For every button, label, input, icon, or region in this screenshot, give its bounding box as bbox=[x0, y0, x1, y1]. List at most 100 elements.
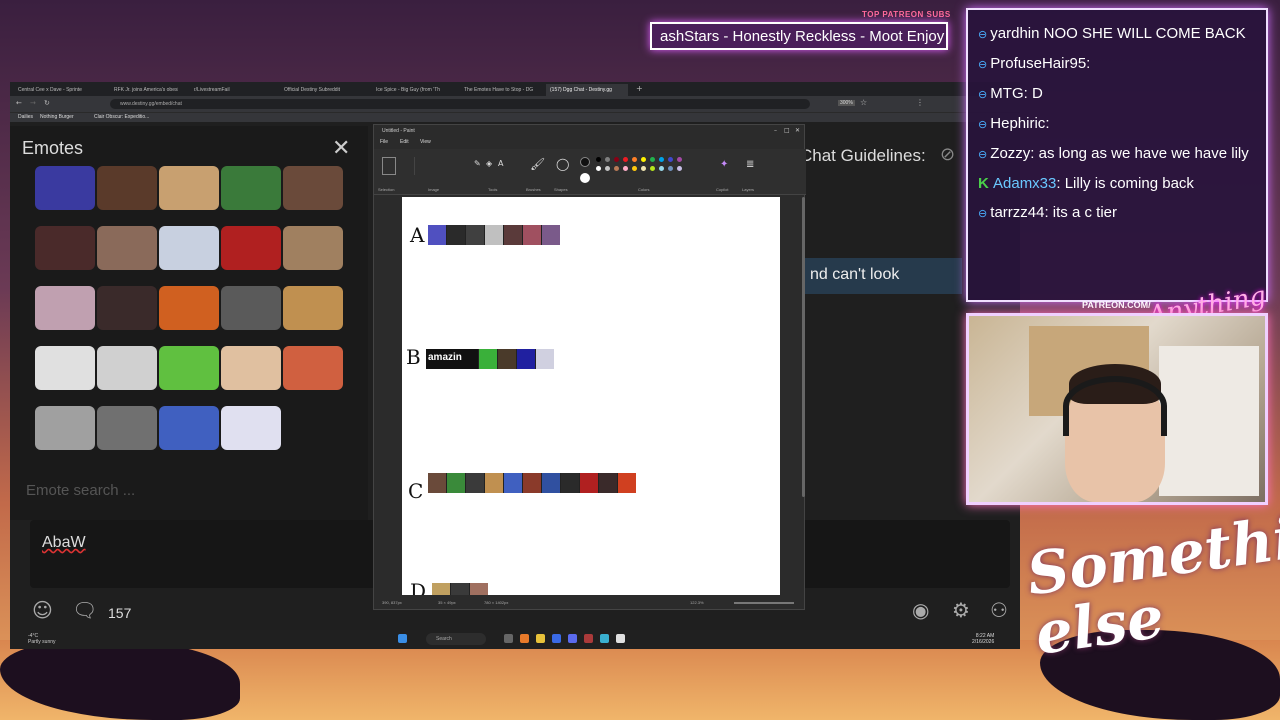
emote-tile[interactable] bbox=[97, 406, 157, 450]
palette-swatch[interactable] bbox=[605, 166, 610, 171]
emote-tile[interactable] bbox=[221, 226, 281, 270]
brush-icon[interactable]: 🖌 bbox=[530, 157, 545, 171]
settings-app-icon[interactable] bbox=[616, 634, 625, 643]
new-tab-icon[interactable]: + bbox=[636, 84, 643, 93]
zoom-slider[interactable] bbox=[734, 602, 794, 604]
emote-tile[interactable] bbox=[97, 286, 157, 330]
eye-icon[interactable]: ◉ bbox=[912, 598, 929, 622]
palette-swatch[interactable] bbox=[668, 166, 673, 171]
layers-icon[interactable]: ≣ bbox=[746, 159, 754, 170]
palette-swatch[interactable] bbox=[632, 157, 637, 162]
emote-tile[interactable] bbox=[97, 166, 157, 210]
zoom-badge[interactable]: 300% bbox=[838, 100, 855, 106]
palette-swatch[interactable] bbox=[659, 166, 664, 171]
color-palette[interactable] bbox=[596, 157, 696, 187]
palette-swatch[interactable] bbox=[650, 166, 655, 171]
folder-icon[interactable] bbox=[536, 634, 545, 643]
taskbar-search[interactable]: Search bbox=[426, 633, 486, 645]
palette-swatch[interactable] bbox=[623, 157, 628, 162]
emote-tile[interactable] bbox=[221, 406, 281, 450]
reload-icon[interactable]: ↻ bbox=[44, 99, 50, 107]
hide-guidelines-icon[interactable]: ⊘ bbox=[940, 144, 955, 165]
paint-canvas[interactable]: A B amazin C D bbox=[402, 197, 780, 595]
weather-widget[interactable]: -4°C Partly sunny bbox=[28, 633, 56, 645]
tab-rfk[interactable]: RFK Jr. joins America's obesity bbox=[110, 84, 178, 96]
forward-icon[interactable]: → bbox=[30, 99, 36, 107]
emote-tile[interactable] bbox=[35, 286, 95, 330]
emote-tile[interactable] bbox=[283, 286, 343, 330]
emote-tile[interactable] bbox=[159, 406, 219, 450]
menu-view[interactable]: View bbox=[420, 139, 431, 145]
clock[interactable]: 8:22 AM 2/16/2026 bbox=[972, 633, 994, 645]
emote-tile[interactable] bbox=[35, 166, 95, 210]
bookmark-dailies[interactable]: Dailies bbox=[18, 114, 33, 120]
obs-icon[interactable] bbox=[584, 634, 593, 643]
menu-file[interactable]: File bbox=[380, 139, 388, 145]
copilot-icon[interactable]: ✦ bbox=[720, 159, 728, 170]
palette-swatch[interactable] bbox=[596, 157, 601, 162]
palette-swatch[interactable] bbox=[614, 157, 619, 162]
fill-icon[interactable]: ◈ bbox=[486, 159, 492, 168]
emote-tile[interactable] bbox=[159, 346, 219, 390]
menu-edit[interactable]: Edit bbox=[400, 139, 409, 145]
pencil-icon[interactable]: ✎ bbox=[474, 159, 481, 168]
color2-swatch[interactable] bbox=[580, 173, 590, 183]
gear-icon[interactable]: ⚙ bbox=[952, 598, 970, 622]
emote-tile[interactable] bbox=[35, 226, 95, 270]
bookmark-nothing-burger[interactable]: Nothing Burger bbox=[40, 114, 74, 120]
bookmark-clair-obscur[interactable]: Clair Obscur: Expeditio... bbox=[94, 114, 149, 120]
palette-swatch[interactable] bbox=[677, 157, 682, 162]
window-close-icon[interactable]: ✕ bbox=[795, 127, 800, 134]
palette-swatch[interactable] bbox=[668, 157, 673, 162]
palette-swatch[interactable] bbox=[605, 157, 610, 162]
emote-tile[interactable] bbox=[221, 346, 281, 390]
tab-ice-spice[interactable]: Ice Spice - Big Guy (from 'The bbox=[372, 84, 440, 96]
tab-emotes[interactable]: The Emotes Have to Stop - DG bbox=[460, 84, 540, 96]
emote-tile[interactable] bbox=[97, 346, 157, 390]
firefox-icon[interactable] bbox=[520, 634, 529, 643]
text-tool-icon[interactable]: A bbox=[498, 159, 503, 168]
url-input[interactable]: www.destiny.gg/embed/chat bbox=[110, 99, 810, 109]
palette-swatch[interactable] bbox=[596, 166, 601, 171]
emote-picker-icon[interactable]: ☺ bbox=[32, 598, 53, 622]
emote-tile[interactable] bbox=[159, 166, 219, 210]
emote-search-input[interactable]: Emote search ... bbox=[26, 482, 135, 499]
minimize-icon[interactable]: – bbox=[774, 127, 777, 134]
discord-icon[interactable] bbox=[568, 634, 577, 643]
tab-central-cee[interactable]: Central Cee x Dave - Sprinter (l bbox=[14, 84, 82, 96]
canvas-scrollbar[interactable] bbox=[802, 197, 805, 497]
shapes-icon[interactable]: ◯ bbox=[556, 157, 569, 171]
extensions-icon[interactable]: ⋮ bbox=[916, 98, 924, 107]
emote-tile[interactable] bbox=[35, 346, 95, 390]
task-view-icon[interactable] bbox=[504, 634, 513, 643]
emote-tile[interactable] bbox=[159, 286, 219, 330]
emote-tile[interactable] bbox=[283, 166, 343, 210]
paint-icon[interactable] bbox=[600, 634, 609, 643]
palette-swatch[interactable] bbox=[641, 166, 646, 171]
palette-swatch[interactable] bbox=[623, 166, 628, 171]
whisper-icon[interactable]: 🗨 bbox=[72, 598, 97, 622]
emote-tile[interactable] bbox=[159, 226, 219, 270]
zoom-level[interactable]: 122.3% bbox=[690, 600, 704, 605]
palette-swatch[interactable] bbox=[659, 157, 664, 162]
emote-tile[interactable] bbox=[35, 406, 95, 450]
selection-tool-icon[interactable] bbox=[382, 157, 396, 175]
users-icon[interactable]: ⚇ bbox=[990, 598, 1008, 622]
back-icon[interactable]: ← bbox=[16, 99, 22, 107]
maximize-icon[interactable]: □ bbox=[784, 127, 790, 134]
emote-tile[interactable] bbox=[221, 166, 281, 210]
palette-swatch[interactable] bbox=[677, 166, 682, 171]
bookmark-star-icon[interactable]: ☆ bbox=[860, 98, 867, 107]
app-icon[interactable] bbox=[552, 634, 561, 643]
image-tools-icon[interactable] bbox=[414, 157, 458, 175]
tab-dgg-chat[interactable]: (157) Dgg Chat - Destiny.gg bbox=[546, 84, 628, 96]
emote-tile[interactable] bbox=[283, 226, 343, 270]
palette-swatch[interactable] bbox=[641, 157, 646, 162]
emote-tile[interactable] bbox=[221, 286, 281, 330]
color1-swatch[interactable] bbox=[580, 157, 590, 167]
tab-livestreamfail[interactable]: r/LivestreamFail bbox=[190, 84, 258, 96]
close-icon[interactable]: ✕ bbox=[332, 136, 350, 161]
emote-tile[interactable] bbox=[97, 226, 157, 270]
palette-swatch[interactable] bbox=[650, 157, 655, 162]
emote-tile[interactable] bbox=[283, 346, 343, 390]
